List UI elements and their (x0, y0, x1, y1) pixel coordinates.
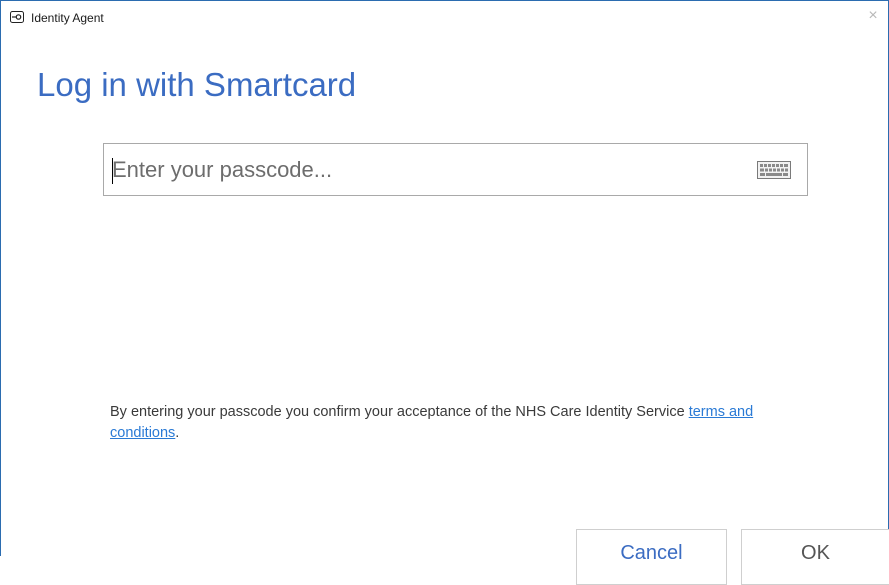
identity-agent-window: Identity Agent × Log in with Smartcard B… (0, 0, 889, 585)
window-title: Identity Agent (31, 11, 104, 25)
terms-notice-text: By entering your passcode you confirm yo… (110, 403, 689, 420)
page-title: Log in with Smartcard (37, 66, 357, 103)
close-button[interactable]: × (858, 1, 888, 31)
ok-button[interactable]: OK (741, 529, 889, 585)
close-icon: × (868, 7, 878, 24)
terms-notice-end: . (175, 424, 180, 441)
key-icon (10, 11, 24, 23)
terms-notice: By entering your passcode you confirm yo… (110, 402, 810, 444)
cancel-button[interactable]: Cancel (576, 529, 727, 585)
keyboard-icon[interactable] (757, 161, 791, 179)
passcode-field[interactable] (103, 143, 808, 196)
passcode-input[interactable] (112, 144, 732, 195)
title-bar: Identity Agent × (1, 1, 888, 33)
